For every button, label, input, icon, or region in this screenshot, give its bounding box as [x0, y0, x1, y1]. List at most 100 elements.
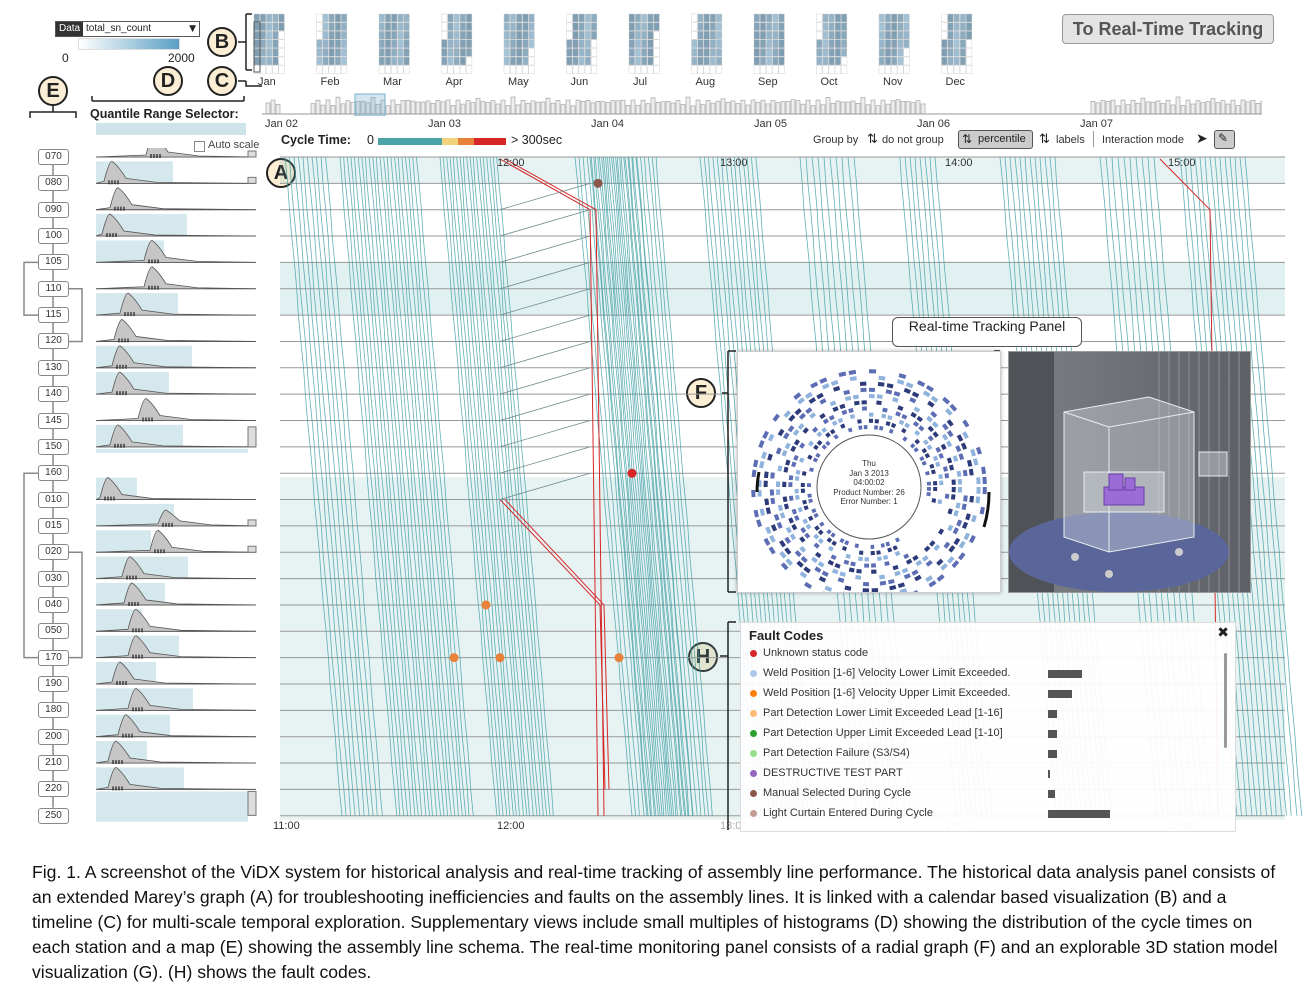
- radial-bar[interactable]: [975, 446, 982, 455]
- radial-bar[interactable]: [817, 538, 824, 545]
- radial-bar[interactable]: [857, 419, 862, 424]
- radial-bar[interactable]: [830, 379, 839, 386]
- radial-bar[interactable]: [824, 585, 833, 592]
- radial-bar[interactable]: [767, 453, 773, 461]
- radial-bar[interactable]: [839, 403, 846, 410]
- radial-bar[interactable]: [940, 563, 948, 571]
- radial-bar[interactable]: [972, 458, 979, 466]
- radial-bar[interactable]: [938, 528, 945, 535]
- radial-bar[interactable]: [825, 440, 831, 447]
- radial-bar[interactable]: [817, 529, 824, 536]
- radial-bar[interactable]: [827, 545, 834, 552]
- radial-bar[interactable]: [926, 415, 933, 423]
- radial-bar[interactable]: [794, 408, 802, 416]
- radial-bar[interactable]: [946, 419, 954, 427]
- radial-bar[interactable]: [938, 452, 944, 459]
- radial-bar[interactable]: [901, 413, 908, 420]
- radial-bar[interactable]: [816, 431, 823, 438]
- radial-bar[interactable]: [962, 469, 968, 477]
- radial-bar[interactable]: [968, 468, 974, 476]
- radial-bar[interactable]: [876, 394, 883, 399]
- radial-bar[interactable]: [926, 491, 931, 497]
- radial-bar[interactable]: [767, 433, 775, 442]
- radial-bar[interactable]: [943, 541, 951, 549]
- radial-bar[interactable]: [880, 543, 886, 548]
- radial-bar[interactable]: [788, 475, 794, 481]
- radial-bar[interactable]: [944, 493, 950, 499]
- radial-bar[interactable]: [958, 552, 966, 561]
- radial-graph-panel[interactable]: Thu Jan 3 2013 04:00:02 Product Number: …: [737, 351, 1001, 593]
- radial-bar[interactable]: [753, 459, 759, 468]
- radial-bar[interactable]: [925, 559, 933, 567]
- fault-code-item[interactable]: Unknown status code: [750, 647, 868, 659]
- radial-bar[interactable]: [821, 427, 828, 434]
- radial-bar[interactable]: [792, 429, 800, 436]
- radial-bar[interactable]: [879, 425, 884, 431]
- radial-bar[interactable]: [927, 435, 934, 442]
- radial-bar[interactable]: [899, 588, 908, 592]
- radial-bar[interactable]: [858, 425, 863, 430]
- radial-bar[interactable]: [848, 408, 854, 414]
- radial-bar[interactable]: [898, 373, 907, 380]
- radial-bar[interactable]: [849, 414, 856, 420]
- radial-bar[interactable]: [793, 439, 800, 446]
- radial-bar[interactable]: [921, 460, 927, 466]
- radial-bar[interactable]: [905, 558, 913, 565]
- radial-bar[interactable]: [819, 398, 827, 405]
- radial-bar[interactable]: [769, 534, 776, 543]
- radial-bar[interactable]: [924, 452, 930, 459]
- radial-bar[interactable]: [813, 444, 819, 451]
- radial-bar[interactable]: [952, 527, 959, 535]
- radial-bar[interactable]: [779, 512, 786, 519]
- radial-bar[interactable]: [894, 537, 900, 543]
- radial-bar[interactable]: [936, 574, 945, 582]
- radial-bar[interactable]: [854, 543, 859, 549]
- radial-bar[interactable]: [819, 521, 825, 527]
- radial-bar[interactable]: [929, 463, 935, 469]
- radial-bar[interactable]: [813, 533, 820, 540]
- radial-bar[interactable]: [947, 524, 954, 532]
- radial-bar[interactable]: [833, 434, 839, 440]
- radial-bar[interactable]: [965, 513, 971, 521]
- radial-bar[interactable]: [911, 569, 919, 576]
- radial-bar[interactable]: [856, 568, 862, 574]
- radial-bar[interactable]: [826, 537, 833, 543]
- radial-bar[interactable]: [930, 395, 939, 403]
- radial-bar[interactable]: [830, 554, 837, 561]
- radial-bar[interactable]: [879, 574, 886, 580]
- radial-bar[interactable]: [844, 395, 852, 402]
- radial-bar[interactable]: [770, 524, 778, 532]
- radial-bar[interactable]: [913, 406, 921, 413]
- radial-bar[interactable]: [784, 547, 792, 555]
- radial-bar[interactable]: [756, 519, 763, 528]
- radial-bar[interactable]: [805, 523, 812, 530]
- fault-code-item[interactable]: Light Curtain Entered During Cycle: [750, 807, 933, 819]
- radial-bar[interactable]: [961, 503, 967, 511]
- radial-bar[interactable]: [897, 405, 904, 412]
- radial-bar[interactable]: [802, 427, 809, 434]
- radial-bar[interactable]: [819, 412, 826, 420]
- radial-bar[interactable]: [940, 443, 947, 451]
- radial-bar[interactable]: [921, 447, 928, 454]
- fault-code-item[interactable]: Manual Selected During Cycle: [750, 787, 911, 799]
- radial-bar[interactable]: [785, 459, 791, 466]
- radial-bar[interactable]: [829, 428, 836, 435]
- radial-bar[interactable]: [896, 379, 905, 385]
- radial-bar[interactable]: [931, 498, 937, 503]
- radial-bar[interactable]: [956, 470, 962, 477]
- radial-bar[interactable]: [790, 445, 797, 453]
- radial-bar[interactable]: [909, 397, 917, 404]
- radial-bar[interactable]: [876, 400, 882, 406]
- radial-bar[interactable]: [804, 532, 811, 539]
- radial-bar[interactable]: [791, 508, 797, 515]
- radial-bar[interactable]: [855, 575, 862, 580]
- radial-bar[interactable]: [849, 376, 857, 382]
- radial-bar[interactable]: [919, 456, 925, 462]
- radial-bar[interactable]: [914, 438, 921, 445]
- radial-bar[interactable]: [915, 559, 923, 567]
- radial-bar[interactable]: [894, 570, 901, 577]
- radial-bar[interactable]: [941, 423, 949, 431]
- fault-code-item[interactable]: Part Detection Upper Limit Exceeded Lead…: [750, 727, 1003, 739]
- radial-bar[interactable]: [839, 571, 846, 577]
- radial-bar[interactable]: [783, 432, 790, 440]
